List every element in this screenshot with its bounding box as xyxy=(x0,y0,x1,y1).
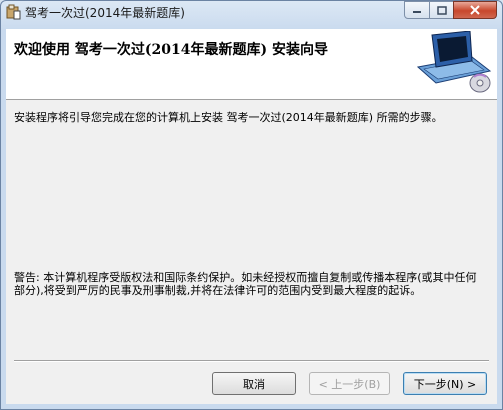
maximize-icon xyxy=(436,5,447,15)
close-button[interactable] xyxy=(453,1,497,19)
copyright-warning: 警告: 本计算机程序受版权法和国际条约保护。如未经授权而擅自复制或传播本程序(或… xyxy=(14,271,477,297)
banner-title: 欢迎使用 驾考一次过(2014年最新题库) 安装向导 xyxy=(14,42,328,58)
maximize-button[interactable] xyxy=(429,1,454,19)
intro-text: 安装程序将引导您完成在您的计算机上安装 驾考一次过(2014年最新题库) 所需的… xyxy=(14,111,443,124)
installer-icon xyxy=(6,4,21,20)
back-button[interactable]: < 上一步(B) xyxy=(309,372,390,395)
computer-cd-icon xyxy=(416,31,492,93)
cancel-button[interactable]: 取消 xyxy=(212,372,296,395)
wizard-banner: 欢迎使用 驾考一次过(2014年最新题库) 安装向导 xyxy=(6,29,497,100)
close-icon xyxy=(470,5,480,15)
separator xyxy=(14,360,489,362)
minimize-button[interactable] xyxy=(404,1,430,19)
minimize-icon xyxy=(413,11,421,13)
next-button[interactable]: 下一步(N) > xyxy=(403,372,487,395)
installer-window: 驾考一次过(2014年最新题库) 欢迎使用 驾考一次过(2014年最新题库) 安… xyxy=(0,0,503,410)
title-bar[interactable]: 驾考一次过(2014年最新题库) xyxy=(1,1,502,23)
wizard-content: 欢迎使用 驾考一次过(2014年最新题库) 安装向导 安装程序将引导您完成在您的… xyxy=(6,29,497,404)
window-title: 驾考一次过(2014年最新题库) xyxy=(25,6,185,20)
